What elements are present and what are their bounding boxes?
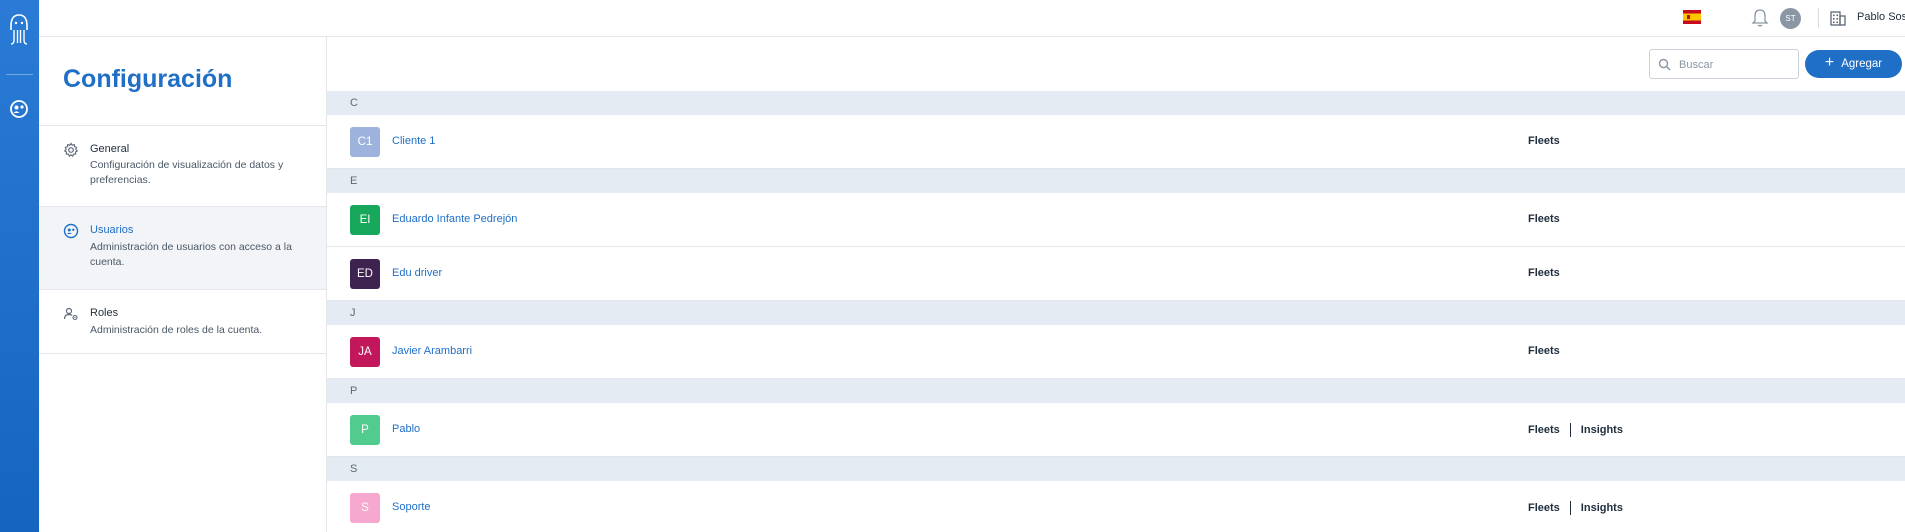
user-name[interactable]: Pablo Sosa xyxy=(1857,11,1905,23)
sidebar-item-label: General xyxy=(90,143,130,155)
user-avatar: P xyxy=(350,415,380,445)
app-root: ST Pablo Sosa Configuración General Conf… xyxy=(0,0,1905,532)
sidebar-item-label: Roles xyxy=(90,307,119,319)
app-label: Insights xyxy=(1580,424,1623,436)
users-list: C C1 Cliente 1 Fleets E EI Eduardo Infante Ped… xyxy=(327,91,1905,532)
plus-icon: + xyxy=(1824,54,1835,71)
user-apps: Fleets xyxy=(1528,135,1560,147)
rail-divider xyxy=(6,74,33,75)
search-icon xyxy=(1658,58,1671,71)
add-button-label: Agregar xyxy=(1841,58,1883,70)
apps-separator xyxy=(1569,501,1571,515)
user-name-link[interactable]: Edu driver xyxy=(392,267,442,279)
app-label: Insights xyxy=(1580,502,1623,514)
app-label: Fleets xyxy=(1528,267,1560,279)
user-row[interactable]: EI Eduardo Infante Pedrejón Fleets xyxy=(327,193,1905,247)
app-label: Fleets xyxy=(1528,502,1560,514)
page-title: Configuración xyxy=(63,65,233,93)
group-header: P xyxy=(327,379,1905,403)
user-row[interactable]: P Pablo Fleets Insights xyxy=(327,403,1905,457)
user-avatar: ED xyxy=(350,259,380,289)
user-avatar: S xyxy=(350,493,380,523)
user-row[interactable]: JA Javier Arambarri Fleets xyxy=(327,325,1905,379)
user-name-link[interactable]: Javier Arambarri xyxy=(392,345,472,357)
app-label: Fleets xyxy=(1528,424,1560,436)
sidebar-item-general[interactable]: General Configuración de visualización d… xyxy=(39,126,326,207)
user-row[interactable]: S Soporte Fleets Insights xyxy=(327,481,1905,532)
group-header: C xyxy=(327,91,1905,115)
notifications-bell-icon[interactable] xyxy=(1751,8,1769,28)
settings-sidebar: Configuración General Configuración de v… xyxy=(39,37,327,532)
group-header: S xyxy=(327,457,1905,481)
user-apps: Fleets Insights xyxy=(1528,501,1623,515)
user-apps: Fleets Insights xyxy=(1528,423,1623,437)
topbar-divider xyxy=(1818,8,1819,28)
user-apps: Fleets xyxy=(1528,213,1560,225)
group-header: J xyxy=(327,301,1905,325)
user-name-link[interactable]: Eduardo Infante Pedrejón xyxy=(392,213,517,225)
users-icon xyxy=(63,223,79,239)
language-flag-es-icon[interactable] xyxy=(1683,10,1701,24)
search-box[interactable] xyxy=(1649,49,1799,79)
user-row[interactable]: ED Edu driver Fleets xyxy=(327,247,1905,301)
left-rail xyxy=(0,0,39,532)
user-avatar: EI xyxy=(350,205,380,235)
sidebar-item-users[interactable]: Usuarios Administración de usuarios con … xyxy=(39,207,326,290)
add-user-button[interactable]: + Agregar xyxy=(1805,50,1902,78)
user-name-link[interactable]: Pablo xyxy=(392,423,420,435)
apps-separator xyxy=(1569,423,1571,437)
search-input[interactable] xyxy=(1679,56,1794,73)
user-apps: Fleets xyxy=(1528,345,1560,357)
app-label: Fleets xyxy=(1528,345,1560,357)
app-label: Fleets xyxy=(1528,135,1560,147)
user-avatar[interactable]: ST xyxy=(1780,8,1801,29)
user-row[interactable]: C1 Cliente 1 Fleets xyxy=(327,115,1905,169)
app-logo-icon[interactable] xyxy=(5,10,33,50)
user-apps: Fleets xyxy=(1528,267,1560,279)
user-name-link[interactable]: Soporte xyxy=(392,501,431,513)
group-header: E xyxy=(327,169,1905,193)
top-bar xyxy=(39,0,1905,37)
sidebar-item-label: Usuarios xyxy=(90,224,134,236)
organization-building-icon[interactable] xyxy=(1830,9,1846,26)
user-name-link[interactable]: Cliente 1 xyxy=(392,135,435,147)
roles-icon xyxy=(63,307,78,321)
user-avatar: JA xyxy=(350,337,380,367)
sidebar-item-description: Administración de roles de la cuenta. xyxy=(90,324,263,336)
users-nav-icon[interactable] xyxy=(7,97,31,121)
app-label: Fleets xyxy=(1528,213,1560,225)
users-main-panel: + Agregar C C1 Cliente 1 Fleets E EI Eduardo I… xyxy=(327,37,1905,532)
sidebar-item-roles[interactable]: Roles Administración de roles de la cuen… xyxy=(39,290,326,354)
user-avatar: C1 xyxy=(350,127,380,157)
gear-icon xyxy=(63,142,79,157)
sidebar-item-description: Configuración de visualización de datos … xyxy=(90,159,284,186)
sidebar-item-description: Administración de usuarios con acceso a … xyxy=(90,241,292,268)
